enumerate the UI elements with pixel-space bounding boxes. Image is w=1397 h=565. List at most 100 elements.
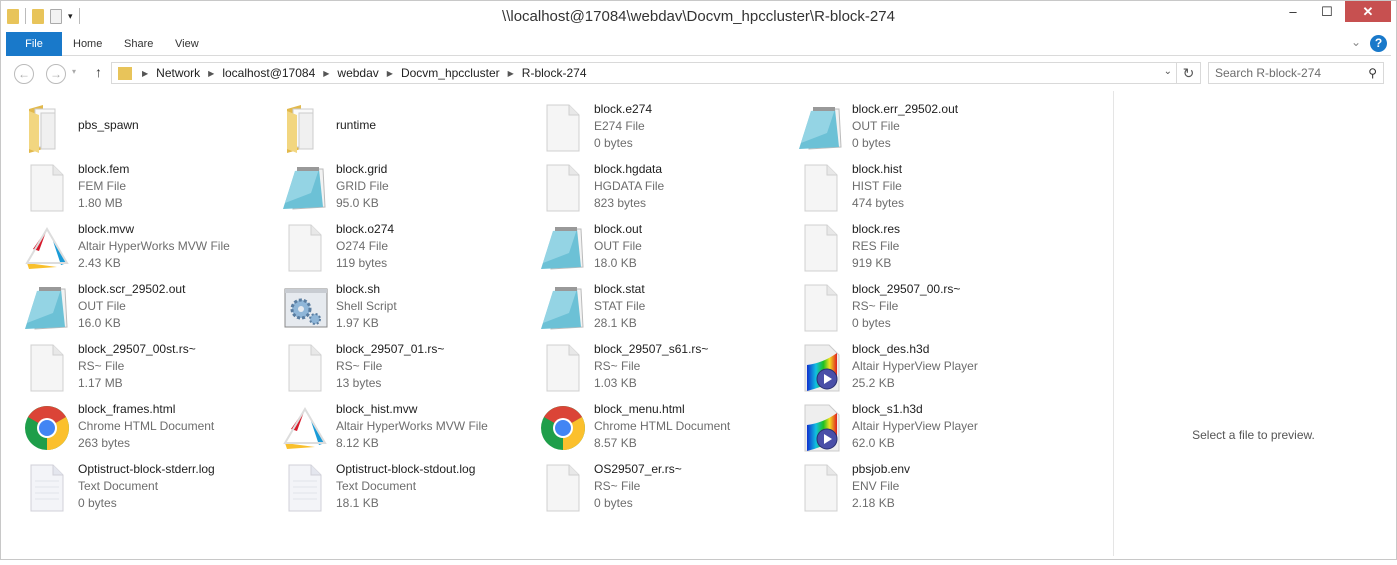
breadcrumb-separator[interactable]: ▶ — [142, 69, 148, 78]
file-item[interactable]: block.hist HIST File 474 bytes — [795, 159, 1053, 217]
file-name: Optistruct-block-stdout.log — [336, 462, 476, 476]
file-name: block.grid — [336, 162, 388, 176]
file-item[interactable]: block_29507_00.rs~ RS~ File 0 bytes — [795, 279, 1053, 337]
file-item[interactable]: Optistruct-block-stderr.log Text Document… — [21, 459, 279, 517]
file-type: FEM File — [78, 179, 126, 193]
file-item[interactable]: block_s1.h3d Altair HyperView Player 62.0 … — [795, 399, 1053, 457]
file-list: pbs_spawn runtime block.e274 E274 File 0 byt… — [6, 91, 1113, 556]
breadcrumb-separator[interactable]: ▶ — [323, 69, 329, 78]
tab-share[interactable]: Share — [124, 32, 153, 56]
breadcrumb-separator[interactable]: ▶ — [387, 69, 393, 78]
file-name: block_s1.h3d — [852, 402, 923, 416]
file-details: block_frames.html Chrome HTML Document 263… — [78, 401, 214, 452]
minimize-button[interactable]: – — [1276, 1, 1310, 22]
file-item[interactable]: block.o274 O274 File 119 bytes — [279, 219, 537, 277]
breadcrumb-webdav[interactable]: webdav — [337, 66, 378, 80]
file-item[interactable]: block_29507_00st.rs~ RS~ File 1.17 MB — [21, 339, 279, 397]
file-explorer-window: ▾ \\localhost@17084\webdav\Docvm_hpcclus… — [0, 0, 1397, 560]
file-name: block_des.h3d — [852, 342, 930, 356]
file-item[interactable]: block.out OUT File 18.0 KB — [537, 219, 795, 277]
up-button[interactable]: ↑ — [95, 64, 102, 80]
file-item[interactable]: block.res RES File 919 KB — [795, 219, 1053, 277]
file-details: block.hist HIST File 474 bytes — [852, 161, 904, 212]
folder-icon — [23, 103, 75, 153]
file-name: block.sh — [336, 282, 381, 296]
expand-ribbon-icon[interactable]: ⌄ — [1351, 35, 1361, 49]
file-item[interactable]: block.sh Shell Script 1.97 KB — [279, 279, 537, 337]
title-bar: ▾ \\localhost@17084\webdav\Docvm_hpcclus… — [1, 1, 1396, 33]
file-name: block.err_29502.out — [852, 102, 959, 116]
file-name: runtime — [336, 118, 377, 132]
file-name: block.mvw — [78, 222, 135, 236]
file-item[interactable]: block_frames.html Chrome HTML Document 263… — [21, 399, 279, 457]
file-name: block_29507_01.rs~ — [336, 342, 445, 356]
breadcrumb-separator[interactable]: ▶ — [208, 69, 214, 78]
tab-file[interactable]: File — [6, 32, 62, 56]
tab-view[interactable]: View — [175, 32, 199, 56]
breadcrumb-localhost[interactable]: localhost@17084 — [222, 66, 315, 80]
file-item[interactable]: block.stat STAT File 28.1 KB — [537, 279, 795, 337]
file-details: block.stat STAT File 28.1 KB — [594, 281, 645, 332]
file-size: 0 bytes — [852, 136, 891, 150]
refresh-button[interactable]: ↻ — [1177, 62, 1201, 84]
file-name: block.hgdata — [594, 162, 663, 176]
file-size: 1.80 MB — [78, 196, 123, 210]
file-details: block.err_29502.out OUT File 0 bytes — [852, 101, 958, 152]
tab-home[interactable]: Home — [73, 32, 102, 56]
file-item[interactable]: block.e274 E274 File 0 bytes — [537, 99, 795, 157]
file-type: RS~ File — [78, 359, 125, 373]
file-item[interactable]: pbsjob.env ENV File 2.18 KB — [795, 459, 1053, 517]
file-name: block.res — [852, 222, 901, 236]
file-item[interactable]: block.grid GRID File 95.0 KB — [279, 159, 537, 217]
file-item[interactable]: block_29507_01.rs~ RS~ File 13 bytes — [279, 339, 537, 397]
breadcrumb-network[interactable]: Network — [156, 66, 200, 80]
search-icon[interactable]: ⚲ — [1368, 63, 1377, 83]
file-type: E274 File — [594, 119, 645, 133]
file-item[interactable]: block.mvw Altair HyperWorks MVW File 2.43 … — [21, 219, 279, 277]
file-item[interactable]: block_des.h3d Altair HyperView Player 25.2… — [795, 339, 1053, 397]
file-item[interactable]: block.fem FEM File 1.80 MB — [21, 159, 279, 217]
file-name: block_29507_00st.rs~ — [78, 342, 196, 356]
file-name: block_menu.html — [594, 402, 685, 416]
recent-locations-dropdown[interactable]: ▾ — [72, 67, 76, 76]
file-item[interactable]: block_menu.html Chrome HTML Document 8.57 … — [537, 399, 795, 457]
file-size: 28.1 KB — [594, 316, 637, 330]
blank-icon — [23, 163, 75, 213]
breadcrumb-separator[interactable]: ▶ — [508, 69, 514, 78]
file-item[interactable]: block.hgdata HGDATA File 823 bytes — [537, 159, 795, 217]
notepad-icon — [539, 283, 591, 333]
address-bar[interactable]: ▶ Network ▶ localhost@17084 ▶ webdav ▶ D… — [111, 62, 1177, 84]
file-item[interactable]: block.scr_29502.out OUT File 16.0 KB — [21, 279, 279, 337]
file-type: HGDATA File — [594, 179, 665, 193]
search-placeholder: Search R-block-274 — [1215, 66, 1322, 80]
file-item[interactable]: block.err_29502.out OUT File 0 bytes — [795, 99, 1053, 157]
address-history-dropdown[interactable]: ⌄ — [1164, 66, 1172, 77]
search-input[interactable]: Search R-block-274 ⚲ — [1208, 62, 1384, 84]
breadcrumb-current[interactable]: R-block-274 — [522, 66, 587, 80]
file-type: RS~ File — [852, 299, 899, 313]
help-icon[interactable]: ? — [1370, 35, 1387, 52]
h3d-icon — [797, 403, 849, 453]
file-item[interactable]: block_29507_s61.rs~ RS~ File 1.03 KB — [537, 339, 795, 397]
folder-item[interactable]: pbs_spawn — [21, 99, 279, 157]
maximize-button[interactable]: ☐ — [1310, 1, 1344, 22]
file-type: OUT File — [78, 299, 126, 313]
chrome-icon — [23, 403, 75, 453]
file-size: 474 bytes — [852, 196, 905, 210]
file-details: block.out OUT File 18.0 KB — [594, 221, 642, 272]
back-button[interactable]: ← — [14, 64, 34, 84]
navigation-bar: ← → ▾ ↑ ▶ Network ▶ localhost@17084 ▶ we… — [6, 59, 1391, 87]
file-item[interactable]: Optistruct-block-stdout.log Text Document… — [279, 459, 537, 517]
file-type: Altair HyperView Player — [852, 359, 978, 373]
notepad-icon — [281, 163, 333, 213]
file-size: 18.0 KB — [594, 256, 637, 270]
file-item[interactable]: block_hist.mvw Altair HyperWorks MVW File… — [279, 399, 537, 457]
window-title: \\localhost@17084\webdav\Docvm_hpccluste… — [502, 8, 895, 25]
forward-button[interactable]: → — [46, 64, 66, 84]
close-button[interactable]: ✕ — [1345, 1, 1391, 22]
file-size: 919 KB — [852, 256, 892, 270]
folder-item[interactable]: runtime — [279, 99, 537, 157]
file-type: HIST File — [852, 179, 902, 193]
breadcrumb-docvm[interactable]: Docvm_hpccluster — [401, 66, 500, 80]
file-item[interactable]: OS29507_er.rs~ RS~ File 0 bytes — [537, 459, 795, 517]
